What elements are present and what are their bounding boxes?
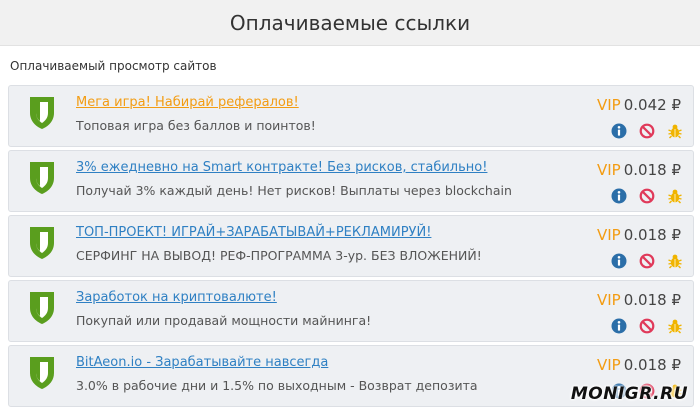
list-item: ТОП-ПРОЕКТ! ИГРАЙ+ЗАРАБАТЫВАЙ+РЕКЛАМИРУЙ… xyxy=(8,215,694,277)
bug-icon[interactable] xyxy=(667,318,683,334)
watermark-logo: MONIGR.RU xyxy=(570,384,688,404)
block-icon[interactable] xyxy=(639,318,655,334)
list-item: Заработок на криптовалюте! Покупай или п… xyxy=(8,280,694,342)
item-description: СЕРФИНГ НА ВЫВОД! РЕФ-ПРОГРАММА 3-ур. БЕ… xyxy=(76,248,482,263)
page-header: Оплачиваемые ссылки xyxy=(0,0,700,46)
item-title-link[interactable]: Мега игра! Набирай рефералов! xyxy=(76,95,299,110)
price-amount: 0.018 ₽ xyxy=(623,356,681,374)
info-icon[interactable] xyxy=(611,253,627,269)
item-price: VIP 0.018 ₽ xyxy=(597,226,681,244)
item-price: VIP 0.018 ₽ xyxy=(597,356,681,374)
item-title-link[interactable]: 3% ежедневно на Smart контракте! Без рис… xyxy=(76,160,487,175)
item-title-link[interactable]: BitAeon.io - Зарабатывайте навсегда xyxy=(76,355,328,370)
block-icon[interactable] xyxy=(639,253,655,269)
item-actions xyxy=(611,188,683,204)
shield-icon xyxy=(30,357,54,389)
shield-icon xyxy=(30,97,54,129)
vip-badge: VIP xyxy=(597,291,621,309)
item-description: Топовая игра без баллов и поинтов! xyxy=(76,118,316,133)
item-description: 3.0% в рабочие дни и 1.5% по выходным - … xyxy=(76,378,478,393)
item-price: VIP 0.018 ₽ xyxy=(597,291,681,309)
info-icon[interactable] xyxy=(611,318,627,334)
item-price: VIP 0.018 ₽ xyxy=(597,161,681,179)
block-icon[interactable] xyxy=(639,188,655,204)
list-item: 3% ежедневно на Smart контракте! Без рис… xyxy=(8,150,694,212)
vip-badge: VIP xyxy=(597,226,621,244)
bug-icon[interactable] xyxy=(667,188,683,204)
info-icon[interactable] xyxy=(611,123,627,139)
list-item: Мега игра! Набирай рефералов! Топовая иг… xyxy=(8,85,694,147)
price-amount: 0.018 ₽ xyxy=(623,226,681,244)
item-title-link[interactable]: Заработок на криптовалюте! xyxy=(76,290,277,305)
price-amount: 0.042 ₽ xyxy=(623,96,681,114)
item-actions xyxy=(611,253,683,269)
item-description: Получай 3% каждый день! Нет рисков! Выпл… xyxy=(76,183,512,198)
item-actions xyxy=(611,123,683,139)
bug-icon[interactable] xyxy=(667,123,683,139)
vip-badge: VIP xyxy=(597,96,621,114)
price-amount: 0.018 ₽ xyxy=(623,291,681,309)
item-price: VIP 0.042 ₽ xyxy=(597,96,681,114)
shield-icon xyxy=(30,162,54,194)
block-icon[interactable] xyxy=(639,123,655,139)
page-title: Оплачиваемые ссылки xyxy=(229,10,471,35)
price-amount: 0.018 ₽ xyxy=(623,161,681,179)
links-list: Мега игра! Набирай рефералов! Топовая иг… xyxy=(8,85,694,410)
info-icon[interactable] xyxy=(611,188,627,204)
section-title: Оплачиваемый просмотр сайтов xyxy=(10,59,217,73)
shield-icon xyxy=(30,227,54,259)
vip-badge: VIP xyxy=(597,161,621,179)
item-title-link[interactable]: ТОП-ПРОЕКТ! ИГРАЙ+ЗАРАБАТЫВАЙ+РЕКЛАМИРУЙ… xyxy=(76,225,431,240)
item-actions xyxy=(611,318,683,334)
bug-icon[interactable] xyxy=(667,253,683,269)
shield-icon xyxy=(30,292,54,324)
item-description: Покупай или продавай мощности майнинга! xyxy=(76,313,372,328)
vip-badge: VIP xyxy=(597,356,621,374)
